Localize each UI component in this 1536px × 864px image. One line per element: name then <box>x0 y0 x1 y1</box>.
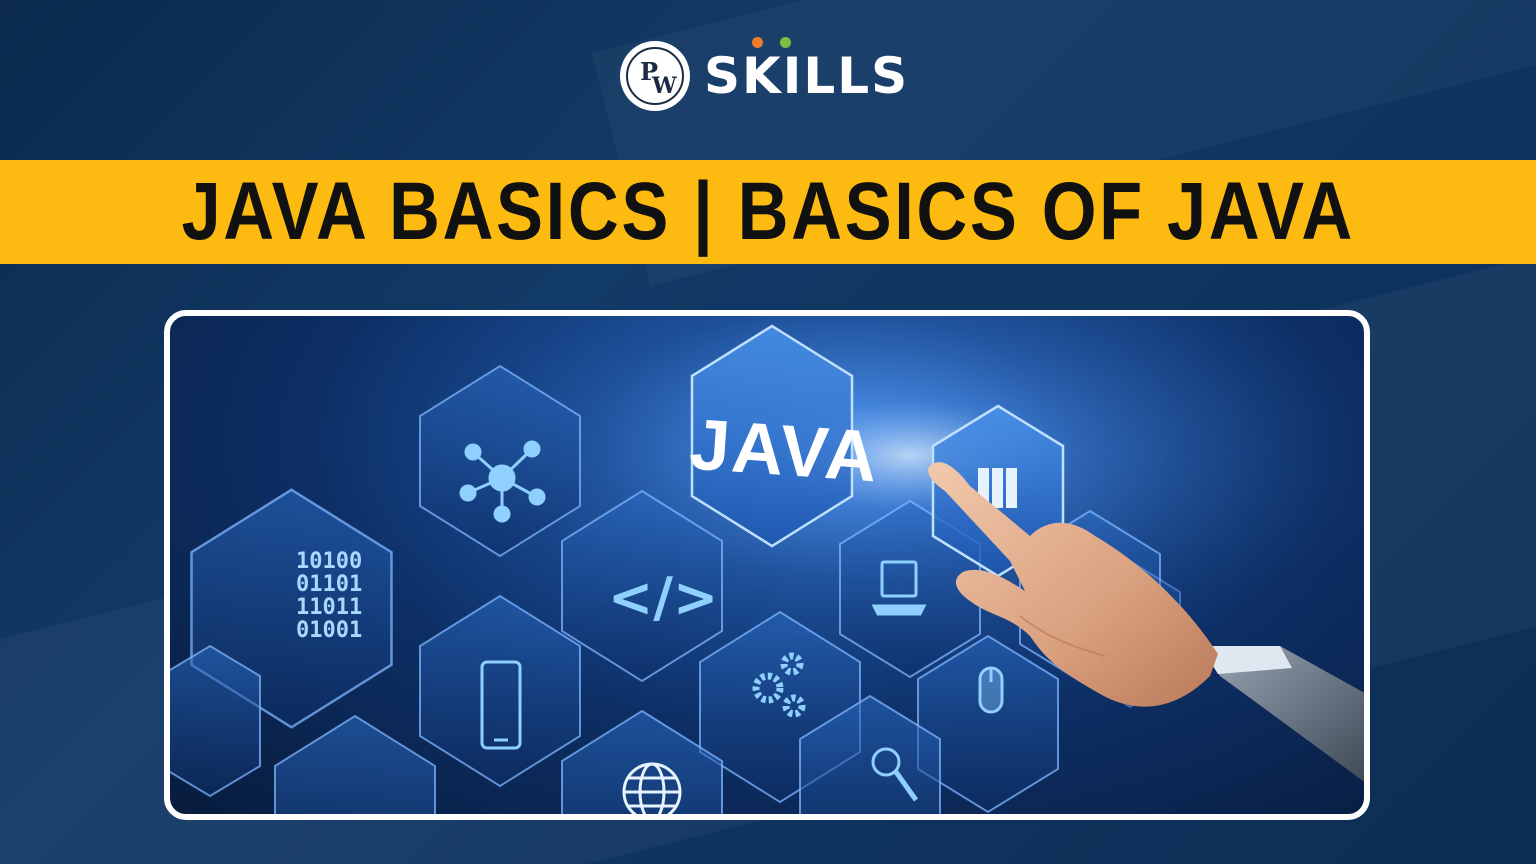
hexagon <box>170 644 261 798</box>
brand-name: SKILLS <box>704 37 909 101</box>
hero-illustration: JAVA 10100 01101 11011 01001 </> <box>164 310 1370 820</box>
pw-skills-logo: P W SKILLS <box>620 37 909 112</box>
code-icon: </> <box>608 566 718 629</box>
binary-icon: 10100 01101 11011 01001 <box>296 549 362 643</box>
mouse-icon <box>978 666 1004 714</box>
title-banner: JAVA BASICS | BASICS OF JAVA <box>0 160 1536 264</box>
page-title: JAVA BASICS | BASICS OF JAVA <box>181 166 1355 257</box>
hexagon-illustration: JAVA 10100 01101 11011 01001 </> <box>170 316 1364 814</box>
svg-text:11011: 11011 <box>296 595 362 620</box>
java-label: JAVA <box>687 405 881 498</box>
green-dot-icon <box>780 37 791 48</box>
brand-name-text: SKILLS <box>704 47 910 105</box>
orange-dot-icon <box>752 37 763 48</box>
pw-badge: P W <box>620 41 690 111</box>
badge-letter-w: W <box>652 73 677 99</box>
svg-text:01101: 01101 <box>296 572 362 597</box>
svg-text:01001: 01001 <box>296 618 362 643</box>
svg-text:10100: 10100 <box>296 549 362 574</box>
